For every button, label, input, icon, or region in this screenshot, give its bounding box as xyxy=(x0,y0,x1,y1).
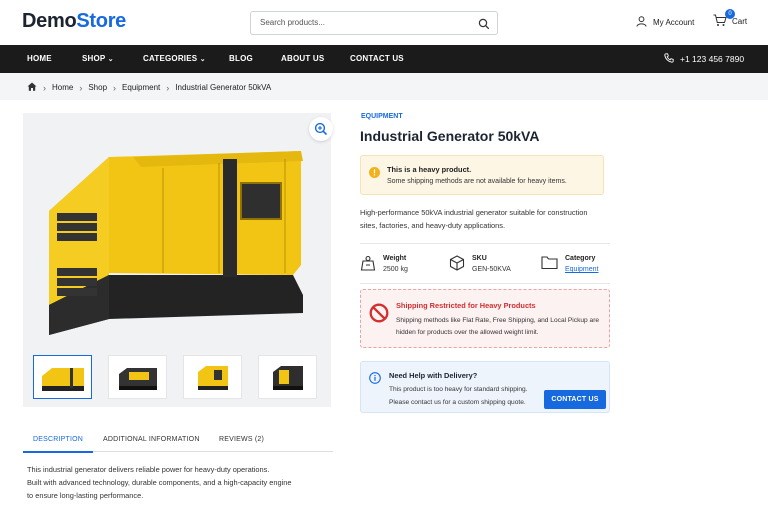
generator-image xyxy=(49,151,303,335)
help-text: This product is too heavy for standard s… xyxy=(389,384,528,409)
product-short-description: High-performance 50kVA industrial genera… xyxy=(360,206,587,232)
contact-us-button[interactable]: CONTACT US xyxy=(544,390,606,409)
description-line: This industrial generator delivers relia… xyxy=(27,465,270,474)
product-title: Industrial Generator 50kVA xyxy=(360,128,540,144)
restriction-text: Shipping methods like Flat Rate, Free Sh… xyxy=(396,315,599,339)
search-placeholder: Search products... xyxy=(260,18,325,27)
restriction-title: Shipping Restricted for Heavy Products xyxy=(396,301,536,310)
zoom-in-icon xyxy=(314,122,328,136)
info-icon xyxy=(369,371,381,389)
phone-label: +1 123 456 7890 xyxy=(680,54,745,64)
product-tabs: DESCRIPTION ADDITIONAL INFORMATION REVIE… xyxy=(23,428,333,452)
category-link[interactable]: Equipment xyxy=(565,266,598,273)
nav-item-categories[interactable]: CATEGORIES ⌄ xyxy=(143,54,206,63)
generator-thumbnail xyxy=(119,368,157,390)
spec-category: Category Equipment xyxy=(541,255,598,275)
nav-item-shop[interactable]: SHOP ⌄ xyxy=(82,54,114,63)
my-account-link[interactable]: My Account xyxy=(636,16,694,29)
heavy-product-notice: This is a heavy product. Some shipping m… xyxy=(360,155,604,195)
spec-weight: Weight 2500 kg xyxy=(360,255,408,276)
active-tab-indicator xyxy=(23,451,93,453)
site-logo[interactable]: DemoStore xyxy=(22,10,126,33)
cart-count-badge: 0 xyxy=(725,9,735,19)
folder-icon xyxy=(541,255,558,275)
breadcrumb: › Home › Shop › Equipment › Industrial G… xyxy=(27,82,271,93)
breadcrumb-home[interactable]: Home xyxy=(52,83,73,92)
chevron-right-icon: › xyxy=(166,82,170,93)
thumbnail-1[interactable] xyxy=(33,355,92,399)
tab-description[interactable]: DESCRIPTION xyxy=(33,436,83,443)
weight-value: 2500 kg xyxy=(383,266,408,273)
nav-item-categories-label: CATEGORIES xyxy=(143,54,198,63)
cart-link[interactable]: 0 Cart xyxy=(713,9,748,29)
logo-text-store: Store xyxy=(76,10,126,32)
help-line: Please contact us for a custom shipping … xyxy=(389,398,526,406)
nav-item-blog[interactable]: BLOG xyxy=(229,54,253,63)
help-line: This product is too heavy for standard s… xyxy=(389,386,528,393)
sku-value: GEN-50KVA xyxy=(472,266,511,273)
chevron-down-icon: ⌄ xyxy=(107,56,114,63)
shipping-restriction-notice: Shipping Restricted for Heavy Products S… xyxy=(360,289,610,348)
phone-number[interactable]: +1 123 456 7890 xyxy=(664,53,744,65)
prohibited-icon xyxy=(369,303,389,328)
zoom-button[interactable] xyxy=(309,117,333,141)
chevron-right-icon: › xyxy=(43,82,46,93)
breadcrumb-current: Industrial Generator 50kVA xyxy=(175,83,272,92)
thumbnail-3[interactable] xyxy=(183,355,242,399)
divider xyxy=(360,243,610,244)
description-line: Built with advanced technology, durable … xyxy=(27,478,292,487)
nav-item-home[interactable]: HOME xyxy=(27,54,52,63)
chevron-right-icon: › xyxy=(79,82,83,93)
short-description-line: High-performance 50kVA industrial genera… xyxy=(360,208,588,217)
generator-thumbnail xyxy=(198,366,228,390)
nav-item-about-us[interactable]: ABOUT US xyxy=(281,54,324,63)
divider xyxy=(360,283,610,284)
logo-text-demo: Demo xyxy=(22,10,77,32)
sku-label: SKU xyxy=(472,255,487,262)
nav-item-contact-us[interactable]: CONTACT US xyxy=(350,54,404,63)
description-line: to ensure long-lasting performance. xyxy=(27,491,144,500)
info-warning-icon xyxy=(369,165,380,183)
weight-scale-icon xyxy=(360,255,376,276)
warning-text: Some shipping methods are not available … xyxy=(387,178,567,185)
short-description-line: sites, factories, and heavy-duty applica… xyxy=(360,221,506,230)
phone-icon xyxy=(664,53,674,65)
product-category[interactable]: EQUIPMENT xyxy=(361,113,403,120)
thumbnail-2[interactable] xyxy=(108,355,167,399)
chevron-right-icon: › xyxy=(113,82,117,93)
restriction-line: hidden for products over the allowed wei… xyxy=(396,329,539,336)
weight-label: Weight xyxy=(383,255,407,262)
breadcrumb-shop[interactable]: Shop xyxy=(88,83,107,92)
generator-thumbnail xyxy=(273,366,303,390)
cart-label: Cart xyxy=(732,17,748,26)
help-title: Need Help with Delivery? xyxy=(389,371,478,380)
tab-description-content: This industrial generator delivers relia… xyxy=(27,463,291,502)
search-icon[interactable] xyxy=(478,17,490,35)
breadcrumb-equipment[interactable]: Equipment xyxy=(122,83,160,92)
tab-additional-information[interactable]: ADDITIONAL INFORMATION xyxy=(103,436,200,443)
restriction-line: Shipping methods like Flat Rate, Free Sh… xyxy=(396,317,600,324)
generator-thumbnail xyxy=(42,368,84,391)
home-icon[interactable] xyxy=(27,82,37,93)
nav-item-shop-label: SHOP xyxy=(82,54,106,63)
category-label: Category xyxy=(565,255,596,262)
thumbnail-4[interactable] xyxy=(258,355,317,399)
warning-title: This is a heavy product. xyxy=(387,165,472,174)
search-input[interactable]: Search products... xyxy=(250,11,498,35)
chevron-down-icon: ⌄ xyxy=(199,56,206,63)
user-icon xyxy=(636,16,647,29)
site-header: DemoStore Search products... My Account … xyxy=(0,0,768,45)
main-nav: HOME SHOP ⌄ CATEGORIES ⌄ BLOG ABOUT US C… xyxy=(0,45,768,73)
my-account-label: My Account xyxy=(653,18,695,27)
tab-reviews[interactable]: REVIEWS (2) xyxy=(219,436,264,443)
box-icon xyxy=(449,255,465,276)
spec-sku: SKU GEN-50KVA xyxy=(449,255,511,276)
